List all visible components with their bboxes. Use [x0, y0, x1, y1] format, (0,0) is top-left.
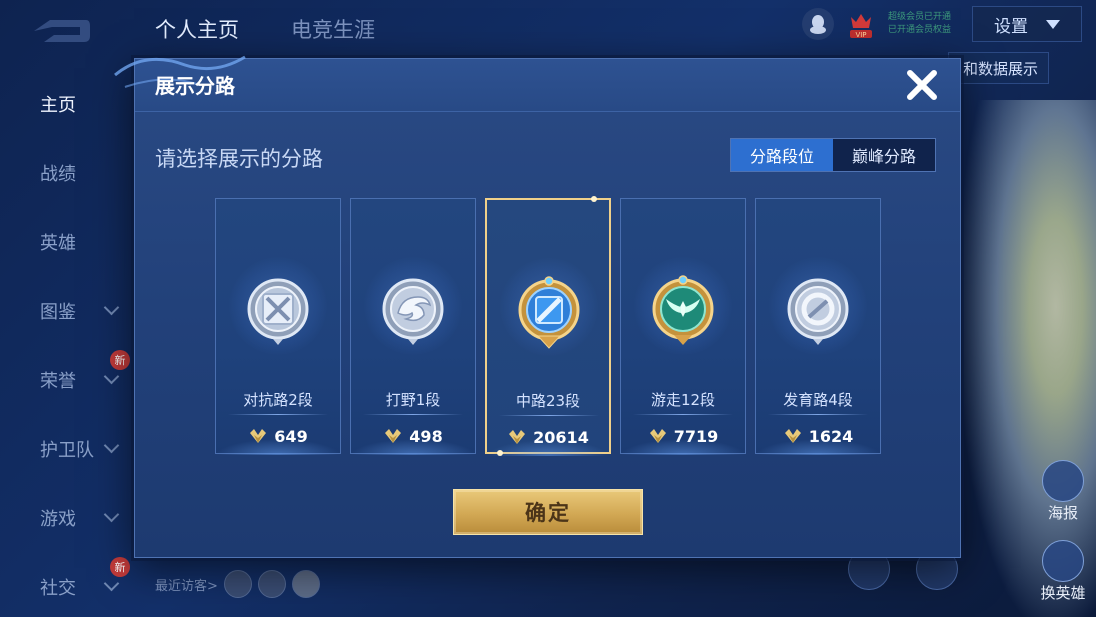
switch-hero-button[interactable]: 换英雄 — [1032, 540, 1094, 602]
roam-wings-emblem-icon — [648, 273, 718, 349]
visitor-avatar[interactable] — [291, 570, 320, 598]
card-divider — [633, 414, 733, 415]
selection-corner-dot — [591, 196, 597, 202]
card-divider — [228, 414, 328, 415]
poster-button[interactable]: 海报 — [1036, 460, 1090, 522]
sidebar-item[interactable]: 社交 新 — [0, 557, 135, 605]
recent-visitors-label: 最近访客> — [155, 578, 218, 594]
segment-peak-lane[interactable]: 巅峰分路 — [833, 139, 935, 171]
card-divider — [363, 414, 463, 415]
sidebar-item[interactable]: 游戏 — [0, 496, 135, 536]
sidebar-item-label: 主页 — [40, 95, 76, 116]
clash-lane-emblem-icon — [243, 273, 313, 349]
vip-status-text: 超级会员已开通 已开通会员权益 — [888, 11, 962, 37]
settings-label: 设置 — [994, 16, 1028, 37]
lane-mode-switch: 分路段位 巅峰分路 — [730, 138, 936, 172]
chevron-down-icon — [103, 575, 120, 592]
lane-score: 7719 — [621, 425, 745, 455]
vip-crown-icon[interactable]: VIP — [844, 7, 878, 41]
sidebar-item-label: 社交 — [40, 578, 76, 599]
selection-corner-dot — [497, 450, 503, 456]
farm-lane-emblem-icon — [783, 273, 853, 349]
sidebar-item-label: 荣誉 — [40, 371, 76, 392]
card-divider — [499, 415, 599, 416]
qq-penguin-icon[interactable] — [802, 8, 834, 40]
sidebar-item[interactable]: 图鉴 — [0, 289, 135, 329]
dialog-header: 展示分路 — [114, 55, 960, 112]
mid-lane-emblem-icon — [514, 274, 584, 350]
select-lane-prompt: 请选择展示的分路 — [155, 147, 323, 171]
lane-rank-name: 游走12段 — [650, 391, 716, 409]
new-badge: 新 — [110, 350, 130, 370]
tab-esports-career[interactable]: 电竞生涯 — [291, 14, 375, 44]
close-icon[interactable] — [904, 67, 940, 103]
svg-text:VIP: VIP — [855, 31, 866, 39]
chevron-down-icon — [103, 437, 120, 454]
chevron-down-icon — [103, 368, 120, 385]
lane-rank-name: 发育路4段 — [783, 391, 853, 409]
sidebar-item[interactable]: 英雄 — [0, 220, 135, 260]
chevron-down-icon — [103, 299, 120, 316]
dialog-title: 展示分路 — [155, 74, 235, 98]
sidebar-item[interactable]: 护卫队 — [0, 427, 135, 467]
profile-tabs: 个人主页 电竞生涯 — [155, 14, 375, 44]
switch-hero-icon — [1042, 540, 1084, 582]
settings-dropdown[interactable]: 设置 — [972, 6, 1082, 42]
lane-card[interactable]: 发育路4段 1624 — [755, 198, 881, 455]
poster-label: 海报 — [1047, 504, 1078, 522]
lane-score: 649 — [216, 425, 340, 455]
lane-score: 498 — [351, 425, 475, 455]
lane-card[interactable]: 对抗路2段 649 — [215, 198, 341, 455]
visitor-avatar[interactable] — [223, 570, 252, 598]
visitor-avatar[interactable] — [257, 570, 286, 598]
score-glow — [216, 439, 340, 455]
lane-card[interactable]: 游走12段 7719 — [620, 198, 746, 455]
lane-score: 1624 — [756, 425, 880, 455]
lane-card[interactable]: 中路23段 20614 — [485, 196, 611, 456]
poster-icon — [1042, 460, 1084, 502]
sidebar-item[interactable]: 荣誉 新 — [0, 350, 135, 398]
switch-hero-label: 换英雄 — [1040, 584, 1086, 602]
vip-line-2: 已开通会员权益 — [888, 25, 952, 35]
sidebar-item-label: 英雄 — [40, 233, 76, 254]
back-arrow-icon[interactable] — [30, 16, 92, 46]
recent-visitors[interactable]: 最近访客> — [155, 570, 320, 598]
data-display-button[interactable]: 和数据展示 — [948, 52, 1050, 84]
confirm-button[interactable]: 确定 — [453, 489, 643, 535]
lane-rank-name: 对抗路2段 — [243, 391, 313, 409]
chevron-down-icon — [103, 506, 120, 523]
lane-score: 20614 — [487, 426, 609, 456]
lane-rank-name: 中路23段 — [515, 392, 581, 410]
score-glow — [621, 439, 745, 455]
tab-personal-home[interactable]: 个人主页 — [155, 14, 239, 44]
vip-line-1: 超级会员已开通 — [888, 12, 952, 22]
sidebar-item-label: 战绩 — [40, 164, 76, 185]
dropdown-triangle-icon — [1046, 19, 1060, 29]
score-glow — [756, 439, 880, 455]
new-badge: 新 — [110, 557, 130, 577]
score-glow — [351, 439, 475, 455]
score-glow — [487, 440, 609, 456]
lane-card[interactable]: 打野1段 498 — [350, 198, 476, 455]
sidebar-item[interactable]: 战绩 — [0, 151, 135, 191]
card-divider — [768, 414, 868, 415]
sidebar-item-label: 游戏 — [40, 509, 76, 530]
jungle-dragon-emblem-icon — [378, 273, 448, 349]
lane-display-dialog: 展示分路 请选择展示的分路 分路段位 巅峰分路 对抗路2段 649 打野1段 498 中… — [114, 55, 961, 558]
header-right: VIP 超级会员已开通 已开通会员权益 设置 — [802, 6, 1082, 42]
sidebar-item-label: 图鉴 — [40, 302, 76, 323]
segment-lane-rank[interactable]: 分路段位 — [731, 139, 833, 171]
lane-rank-name: 打野1段 — [385, 391, 441, 409]
sidebar-item-label: 护卫队 — [40, 440, 94, 461]
